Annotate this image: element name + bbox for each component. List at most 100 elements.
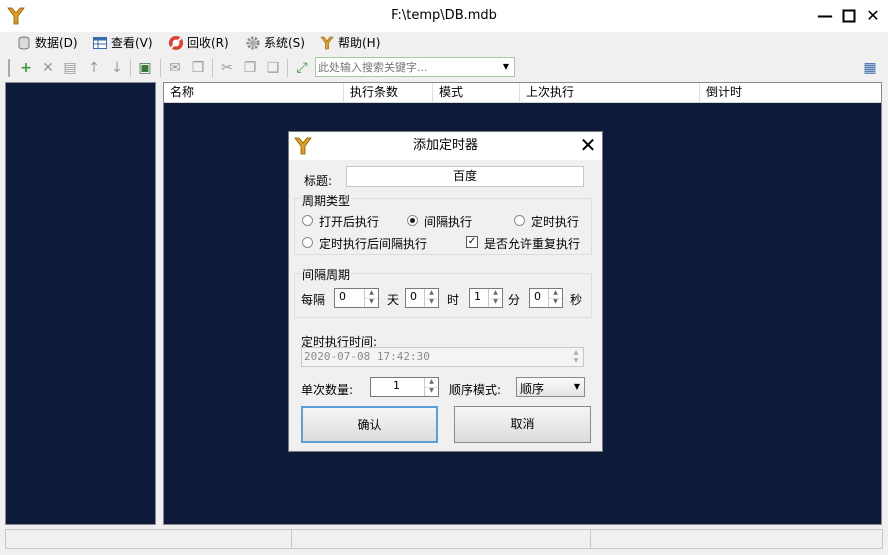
every-label: 每隔	[301, 293, 326, 307]
copy-icon: ❐	[243, 60, 257, 76]
maximize-button[interactable]	[836, 4, 862, 28]
minimize-button[interactable]: —	[812, 4, 838, 28]
menu-recycle[interactable]: 回收(R)	[168, 32, 229, 54]
day-value: 0	[339, 290, 346, 303]
batch-count-value: 1	[393, 379, 400, 392]
allow-repeat-checkbox[interactable]: ✓	[466, 236, 478, 248]
move-up-button[interactable]: ↑	[85, 59, 103, 77]
time-spinner[interactable]: ▲ ▼	[570, 349, 582, 365]
hour-stepper[interactable]: 0 ▲ ▼	[405, 288, 439, 308]
maximize-icon	[842, 9, 856, 23]
column-header-countdown[interactable]: 倒计时	[700, 83, 881, 102]
second-stepper[interactable]: 0 ▲ ▼	[529, 288, 563, 308]
day-stepper[interactable]: 0 ▲ ▼	[334, 288, 379, 308]
toolbar-separator	[287, 59, 288, 77]
copy-button[interactable]: ❐	[241, 59, 259, 77]
toolbar: + ✕ ▤ ↑ ↓ ▣ ✉ ❒ ✂ ❐ ❑ ⤢ ▼ ▦	[0, 55, 888, 80]
layout-icon: ▦	[863, 60, 877, 76]
menu-help-label: 帮助(H)	[338, 36, 381, 50]
title-input[interactable]: 百度	[346, 166, 584, 187]
toolbar-separator	[212, 59, 213, 77]
toolbar-separator	[160, 59, 161, 77]
minute-stepper[interactable]: 1 ▲ ▼	[469, 288, 503, 308]
add-icon: +	[20, 60, 32, 76]
menu-system-label: 系统(S)	[264, 36, 305, 50]
status-bar	[0, 527, 888, 555]
message-icon: ❒	[191, 60, 205, 76]
radio-timed-then-interval[interactable]	[302, 237, 313, 248]
move-down-button[interactable]: ↓	[108, 59, 126, 77]
title-bar: F:\temp\DB.mdb — ✕	[0, 0, 888, 32]
comment-button[interactable]: ✉	[166, 59, 184, 77]
batch-count-label: 单次数量:	[301, 383, 354, 397]
interval-label: 间隔周期	[301, 266, 352, 283]
expand-button[interactable]: ⤢	[293, 59, 311, 77]
dialog-title: 添加定时器	[412, 138, 478, 153]
column-header-count[interactable]: 执行条数	[344, 83, 433, 102]
order-mode-select[interactable]: 顺序 ▼	[516, 377, 585, 397]
expand-icon: ⤢	[296, 60, 308, 76]
cut-button[interactable]: ✂	[218, 59, 236, 77]
chevron-down-icon[interactable]: ▼	[499, 59, 513, 75]
help-icon	[320, 36, 334, 50]
checkmark-icon: ✓	[467, 236, 477, 247]
layout-button[interactable]: ▦	[861, 59, 879, 77]
dialog-close-button[interactable]: ✕	[577, 134, 599, 156]
add-button[interactable]: +	[17, 59, 35, 77]
stepper-down-icon[interactable]: ▼	[425, 298, 438, 307]
menu-data[interactable]: 数据(D)	[16, 32, 78, 54]
menu-system[interactable]: 系统(S)	[245, 32, 305, 54]
stepper-down-icon[interactable]: ▼	[549, 298, 562, 307]
radio-open-after[interactable]	[302, 215, 313, 226]
close-icon: ✕	[866, 6, 880, 25]
radio-interval-label: 间隔执行	[424, 215, 473, 229]
open-button[interactable]: ▣	[136, 59, 154, 77]
minute-unit: 分	[508, 293, 521, 307]
edit-button[interactable]: ▤	[61, 59, 79, 77]
chevron-down-icon: ▼	[573, 382, 580, 391]
cancel-button[interactable]: 取消	[454, 406, 591, 443]
menu-help[interactable]: 帮助(H)	[319, 32, 380, 54]
status-cell	[291, 529, 591, 549]
order-mode-label: 顺序模式:	[449, 383, 502, 397]
dialog-title-bar: 添加定时器 ✕	[289, 132, 602, 160]
hour-value: 0	[410, 290, 417, 303]
paste-button[interactable]: ❑	[264, 59, 282, 77]
allow-repeat-label: 是否允许重复执行	[484, 237, 581, 251]
column-header-mode[interactable]: 模式	[433, 83, 520, 102]
menu-data-label: 数据(D)	[35, 36, 78, 50]
radio-timed[interactable]	[514, 215, 525, 226]
message-button[interactable]: ❒	[189, 59, 207, 77]
menu-view-label: 查看(V)	[111, 36, 153, 50]
title-label: 标题:	[304, 174, 333, 188]
close-button[interactable]: ✕	[860, 4, 886, 28]
menu-recycle-label: 回收(R)	[187, 36, 229, 50]
search-input[interactable]	[318, 59, 498, 75]
database-icon	[18, 36, 30, 50]
day-unit: 天	[387, 293, 400, 307]
stepper-down-icon[interactable]: ▼	[489, 298, 502, 307]
confirm-button[interactable]: 确认	[301, 406, 438, 443]
order-mode-value: 顺序	[520, 382, 545, 396]
stepper-down-icon[interactable]: ▼	[425, 387, 438, 396]
column-header-last-run[interactable]: 上次执行	[520, 83, 700, 102]
scheduled-time-input[interactable]: 2020-07-08 17:42:30 ▲ ▼	[301, 347, 584, 367]
tree-panel[interactable]	[5, 82, 156, 525]
delete-button[interactable]: ✕	[39, 59, 57, 77]
close-icon: ✕	[579, 133, 597, 157]
recycle-icon	[169, 36, 183, 50]
radio-open-after-label: 打开后执行	[319, 215, 380, 229]
status-cell	[590, 529, 883, 549]
batch-count-stepper[interactable]: 1 ▲ ▼	[370, 377, 439, 397]
stepper-down-icon[interactable]: ▼	[365, 298, 378, 307]
menu-view[interactable]: 查看(V)	[92, 32, 153, 54]
radio-timed-label: 定时执行	[531, 215, 580, 229]
column-header-name[interactable]: 名称	[164, 83, 344, 102]
search-box[interactable]: ▼	[315, 57, 515, 77]
second-value: 0	[534, 290, 541, 303]
toolbar-grip	[8, 59, 10, 77]
minimize-icon: —	[817, 6, 833, 25]
paste-icon: ❑	[266, 60, 280, 76]
window-icon: ▣	[138, 60, 152, 76]
radio-interval[interactable]	[407, 215, 418, 226]
